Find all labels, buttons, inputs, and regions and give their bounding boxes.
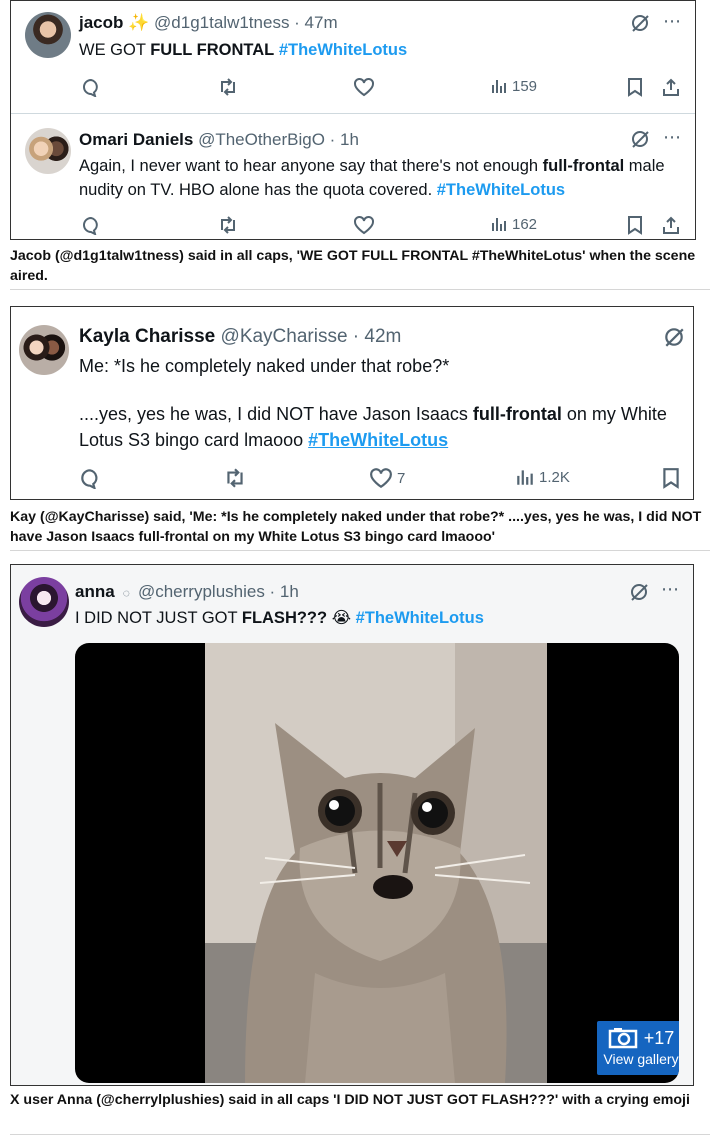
hashtag-link[interactable]: #TheWhiteLotus xyxy=(308,430,448,450)
hashtag-link[interactable]: #TheWhiteLotus xyxy=(356,609,484,627)
avatar-anna[interactable] xyxy=(19,577,69,627)
share-button[interactable] xyxy=(661,215,681,235)
section-separator xyxy=(10,289,710,290)
author-name[interactable]: anna xyxy=(75,582,115,601)
tweet-screenshot-1: jacob ✨ @d1g1talw1tness · 47m WE GOT FUL… xyxy=(10,0,696,240)
retweet-icon xyxy=(221,78,235,96)
retweet-button[interactable] xyxy=(217,77,239,97)
reply-icon xyxy=(83,216,98,235)
author-name[interactable]: jacob xyxy=(79,13,123,32)
views-icon xyxy=(492,80,506,93)
reply-icon xyxy=(83,78,98,97)
tweet-media-video[interactable]: +17 View gallery xyxy=(75,643,679,1083)
avatar-omari[interactable] xyxy=(25,128,71,174)
gallery-count: +17 xyxy=(643,1027,675,1048)
tweet-divider xyxy=(11,113,695,114)
like-icon xyxy=(354,215,374,235)
tweet-text: I DID NOT JUST GOT FLASH??? 😭 #TheWhiteL… xyxy=(75,609,484,627)
ribbon-icon: ◌ xyxy=(119,586,134,600)
caption-1: Jacob (@d1g1talw1tness) said in all caps… xyxy=(10,248,696,284)
bookmark-button[interactable] xyxy=(626,215,644,235)
like-icon xyxy=(370,468,392,489)
handle-time: @d1g1talw1tness · 47m xyxy=(154,13,338,32)
bookmark-button[interactable] xyxy=(661,467,681,489)
avatar-jacob[interactable] xyxy=(25,12,71,58)
more-icon[interactable]: ⋯ xyxy=(661,579,679,600)
reply-button[interactable] xyxy=(79,467,101,489)
tweet-screenshot-2: Kayla Charisse @KayCharisse · 42m Me: *I… xyxy=(10,306,694,500)
grok-icon[interactable] xyxy=(663,326,685,353)
tweet-screenshot-3: anna ◌ @cherryplushies · 1h ⋯ I DID NOT … xyxy=(10,564,694,1086)
share-icon xyxy=(663,78,679,96)
bookmark-icon xyxy=(663,468,679,489)
author-name[interactable]: Omari Daniels xyxy=(79,130,193,149)
like-icon xyxy=(354,77,374,97)
section-separator xyxy=(10,550,710,551)
sparkle-icon: ✨ xyxy=(128,13,150,32)
tweet-text: WE GOT FULL FRONTAL #TheWhiteLotus xyxy=(79,41,408,59)
crying-emoji: 😭 xyxy=(331,609,351,627)
tweet-text-line-2: ....yes, yes he was, I did NOT have Jaso… xyxy=(79,404,667,450)
more-icon[interactable]: ⋯ xyxy=(663,11,681,32)
handle-time: @KayCharisse · 42m xyxy=(220,326,402,347)
views-button[interactable]: 1.2K xyxy=(515,467,570,487)
views-icon xyxy=(517,470,533,485)
grok-icon[interactable] xyxy=(630,129,650,154)
retweet-icon xyxy=(221,216,235,234)
retweet-button[interactable] xyxy=(217,215,239,235)
handle-time: @cherryplushies · 1h xyxy=(137,582,299,601)
views-button[interactable]: 159 xyxy=(490,77,537,95)
camera-icon xyxy=(608,1028,637,1049)
tweet-text: Again, I never want to hear anyone say t… xyxy=(79,157,665,199)
like-button[interactable] xyxy=(353,77,375,97)
bookmark-icon xyxy=(628,78,642,97)
author-name[interactable]: Kayla Charisse xyxy=(79,326,215,347)
cat-video-frame xyxy=(205,643,547,1083)
surprised-cat-image xyxy=(205,643,547,1083)
hashtag-link[interactable]: #TheWhiteLotus xyxy=(279,41,407,59)
avatar-kayla[interactable] xyxy=(19,325,69,375)
share-icon xyxy=(663,216,679,234)
like-button[interactable] xyxy=(353,215,375,235)
view-gallery-button[interactable]: +17 View gallery xyxy=(597,1021,679,1075)
like-button[interactable]: 7 xyxy=(369,467,405,489)
section-separator xyxy=(10,1134,710,1135)
bookmark-button[interactable] xyxy=(626,77,644,97)
share-button[interactable] xyxy=(661,77,681,97)
gallery-label: View gallery xyxy=(603,1051,679,1067)
handle-time: @TheOtherBigO · 1h xyxy=(198,130,359,149)
tweet-text-line-1: Me: *Is he completely naked under that r… xyxy=(79,356,450,376)
grok-icon[interactable] xyxy=(629,582,649,607)
grok-icon[interactable] xyxy=(630,13,650,38)
reply-button[interactable] xyxy=(81,215,101,235)
reply-button[interactable] xyxy=(81,77,101,97)
views-button[interactable]: 162 xyxy=(490,215,537,233)
more-icon[interactable]: ⋯ xyxy=(663,127,681,148)
retweet-button[interactable] xyxy=(223,467,247,489)
reply-icon xyxy=(81,469,98,489)
hashtag-link[interactable]: #TheWhiteLotus xyxy=(437,181,565,199)
views-icon xyxy=(492,218,506,231)
bookmark-icon xyxy=(628,216,642,235)
retweet-icon xyxy=(227,468,243,488)
caption-2: Kay (@KayCharisse) said, 'Me: *Is he com… xyxy=(10,509,702,545)
caption-3: X user Anna (@cherrylplushies) said in a… xyxy=(10,1092,690,1108)
